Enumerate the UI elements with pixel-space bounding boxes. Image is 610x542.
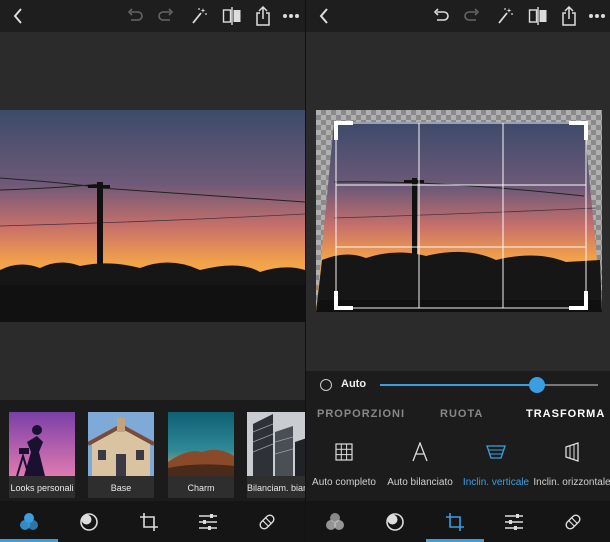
filter-label: Bilanciam. bianco [247, 483, 305, 493]
share-icon[interactable] [558, 4, 580, 28]
tool-label: Inclin. verticale [462, 477, 530, 488]
nav-sliders[interactable] [485, 501, 543, 542]
share-icon[interactable] [252, 4, 274, 28]
sliders-icon [199, 513, 217, 530]
filter-label: Looks personali [10, 483, 74, 493]
tool-label: Auto bilanciato [387, 477, 453, 488]
filter-base[interactable]: Base [88, 412, 154, 498]
nav-healing[interactable] [544, 501, 602, 542]
tool-inclin-orizzontale[interactable]: Inclin. orizzontale [532, 437, 610, 488]
filter-label: Base [110, 483, 132, 493]
auto-row: Auto [306, 371, 610, 399]
adjust-icon [386, 512, 404, 531]
filter-thumbnail [247, 412, 305, 476]
tool-inclin-verticale[interactable]: Inclin. verticale [456, 437, 536, 488]
back-icon[interactable] [314, 4, 334, 28]
photo-preview [0, 110, 305, 322]
tab-proporzioni[interactable]: PROPORZIONI [317, 408, 405, 420]
filter-thumbnail [9, 412, 75, 477]
crop-icon [140, 512, 158, 531]
slider-fill [380, 384, 537, 386]
looks-icon [326, 512, 344, 530]
healing-icon [259, 513, 275, 530]
filter-label: Charm [187, 483, 215, 493]
nav-crop[interactable] [426, 501, 484, 542]
slider-thumb[interactable] [528, 377, 545, 393]
nav-healing[interactable] [238, 501, 296, 542]
right-panel: Auto PROPORZIONI RUOTA TRASFORMA Auto co… [305, 0, 610, 542]
bottom-nav [0, 501, 305, 542]
top-toolbar [0, 0, 305, 32]
horizontal-tilt-icon [532, 437, 610, 467]
nav-looks[interactable] [0, 501, 58, 542]
tab-trasforma[interactable]: TRASFORMA [526, 408, 605, 420]
grid-icon [306, 437, 384, 467]
auto-slider[interactable] [380, 377, 598, 393]
filter-strip: Looks personali Base Charm Bilanciam. bi… [0, 400, 305, 501]
filter-charm[interactable]: Charm [168, 412, 234, 498]
transform-tools: Auto completo Auto bilanciato Inclin. ve… [306, 429, 610, 501]
vertical-tilt-icon [456, 437, 536, 467]
back-icon[interactable] [8, 4, 28, 28]
undo-icon[interactable] [430, 4, 452, 28]
nav-looks[interactable] [306, 501, 364, 542]
nav-adjust[interactable] [366, 501, 424, 542]
adjust-icon [80, 512, 98, 531]
nav-adjust[interactable] [60, 501, 118, 542]
filter-thumbnail [168, 412, 234, 476]
healing-icon [565, 513, 581, 530]
redo-icon[interactable] [461, 4, 483, 28]
auto-label: Auto [341, 378, 367, 390]
bottom-nav [306, 501, 610, 542]
tool-label: Auto completo [312, 477, 376, 488]
tool-auto-completo[interactable]: Auto completo [306, 437, 384, 488]
compare-icon[interactable] [221, 4, 243, 28]
more-icon[interactable] [586, 4, 608, 28]
auto-radio[interactable] [320, 379, 332, 391]
magic-wand-icon[interactable] [494, 4, 516, 28]
left-panel: Looks personali Base Charm Bilanciam. bi… [0, 0, 305, 542]
tab-ruota[interactable]: RUOTA [440, 408, 483, 420]
filter-thumbnail [88, 412, 154, 476]
tool-auto-bilanciato[interactable]: Auto bilanciato [380, 437, 460, 488]
compare-icon[interactable] [527, 4, 549, 28]
nav-crop[interactable] [120, 501, 178, 542]
filter-bilanciam-bianco[interactable]: Bilanciam. bianco [247, 412, 305, 498]
crop-canvas[interactable] [316, 110, 602, 312]
transform-tabs: PROPORZIONI RUOTA TRASFORMA [306, 399, 610, 429]
more-icon[interactable] [280, 4, 302, 28]
tool-label: Inclin. orizzontale [533, 477, 610, 488]
redo-icon[interactable] [155, 4, 177, 28]
crop-icon [446, 512, 464, 531]
filter-looks-personali[interactable]: Looks personali [9, 412, 75, 498]
looks-icon [20, 512, 38, 530]
sliders-icon [505, 513, 523, 530]
undo-icon[interactable] [124, 4, 146, 28]
letter-a-icon [380, 437, 460, 467]
magic-wand-icon[interactable] [188, 4, 210, 28]
top-toolbar [306, 0, 610, 32]
nav-sliders[interactable] [179, 501, 237, 542]
